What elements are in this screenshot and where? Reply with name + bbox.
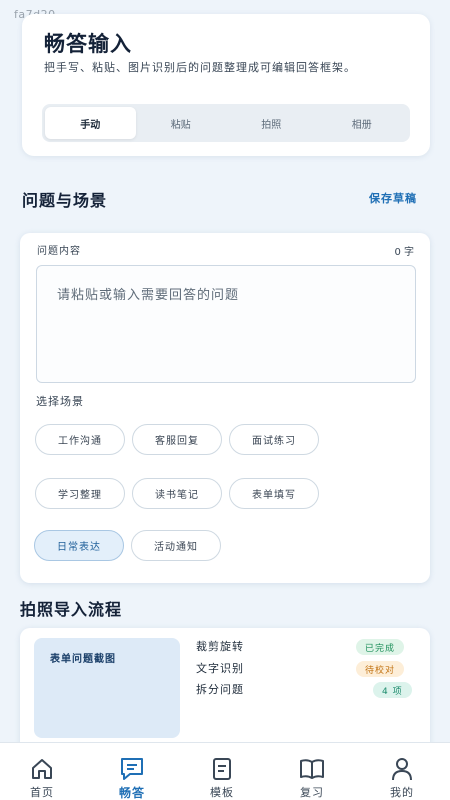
nav-item-templates[interactable]: 模板 [187,743,257,800]
question-input[interactable] [36,265,416,383]
step-crop-rotate: 裁剪旋转 [196,640,244,653]
input-mode-tabs: 手动 粘贴 拍照 相册 [42,104,410,142]
thumbnail-label: 表单问题截图 [50,654,116,665]
scene-chip[interactable]: 面试练习 [229,424,319,455]
book-icon [298,755,326,783]
header-card: 畅答输入 把手写、粘贴、图片识别后的问题整理成可编辑回答框架。 手动 粘贴 拍照… [22,14,430,156]
step-split-questions: 拆分问题 [196,683,244,696]
nav-label: 复习 [300,786,324,799]
nav-label: 我的 [390,786,414,799]
photo-section-title: 拍照导入流程 [20,600,123,619]
screenshot-thumbnail[interactable]: 表单问题截图 [34,638,180,738]
document-icon [208,755,236,783]
status-badge: 已完成 [356,639,405,655]
char-count: 0 字 [394,247,414,258]
tab-paste[interactable]: 粘贴 [136,107,227,139]
question-content-label: 问题内容 [37,246,81,257]
scene-chip-selected[interactable]: 日常表达 [34,530,124,561]
scene-chip[interactable]: 客服回复 [132,424,222,455]
chat-icon [118,755,146,783]
step-ocr: 文字识别 [196,662,244,675]
user-icon [388,755,416,783]
nav-label: 首页 [30,786,54,799]
nav-item-review[interactable]: 复习 [277,743,347,800]
tab-camera[interactable]: 拍照 [226,107,317,139]
tab-manual[interactable]: 手动 [45,107,136,139]
scene-label: 选择场景 [36,395,84,408]
scene-chip[interactable]: 学习整理 [35,478,125,509]
nav-label: 模板 [210,786,234,799]
scene-chip[interactable]: 活动通知 [131,530,221,561]
page-title: 畅答输入 [44,32,132,56]
nav-item-answer[interactable]: 畅答 [97,743,167,800]
save-draft-button[interactable]: 保存草稿 [369,190,417,206]
status-badge: 待校对 [356,661,405,677]
question-card: 问题内容 0 字 选择场景 工作沟通 客服回复 面试练习 学习整理 读书笔记 表… [20,233,430,583]
nav-label: 畅答 [118,786,145,800]
scene-chip[interactable]: 表单填写 [229,478,319,509]
scene-chip[interactable]: 读书笔记 [132,478,222,509]
tab-album[interactable]: 相册 [317,107,408,139]
nav-item-home[interactable]: 首页 [7,743,77,800]
home-icon [28,755,56,783]
photo-import-card: 表单问题截图 裁剪旋转 已完成 文字识别 待校对 拆分问题 4 项 [20,628,430,758]
question-section-title: 问题与场景 [22,191,108,210]
scene-chip[interactable]: 工作沟通 [35,424,125,455]
nav-item-profile[interactable]: 我的 [367,743,437,800]
page-description: 把手写、粘贴、图片识别后的问题整理成可编辑回答框架。 [44,61,356,74]
bottom-nav: 首页 畅答 模板 复习 我的 [0,742,450,800]
count-badge: 4 项 [373,682,412,698]
